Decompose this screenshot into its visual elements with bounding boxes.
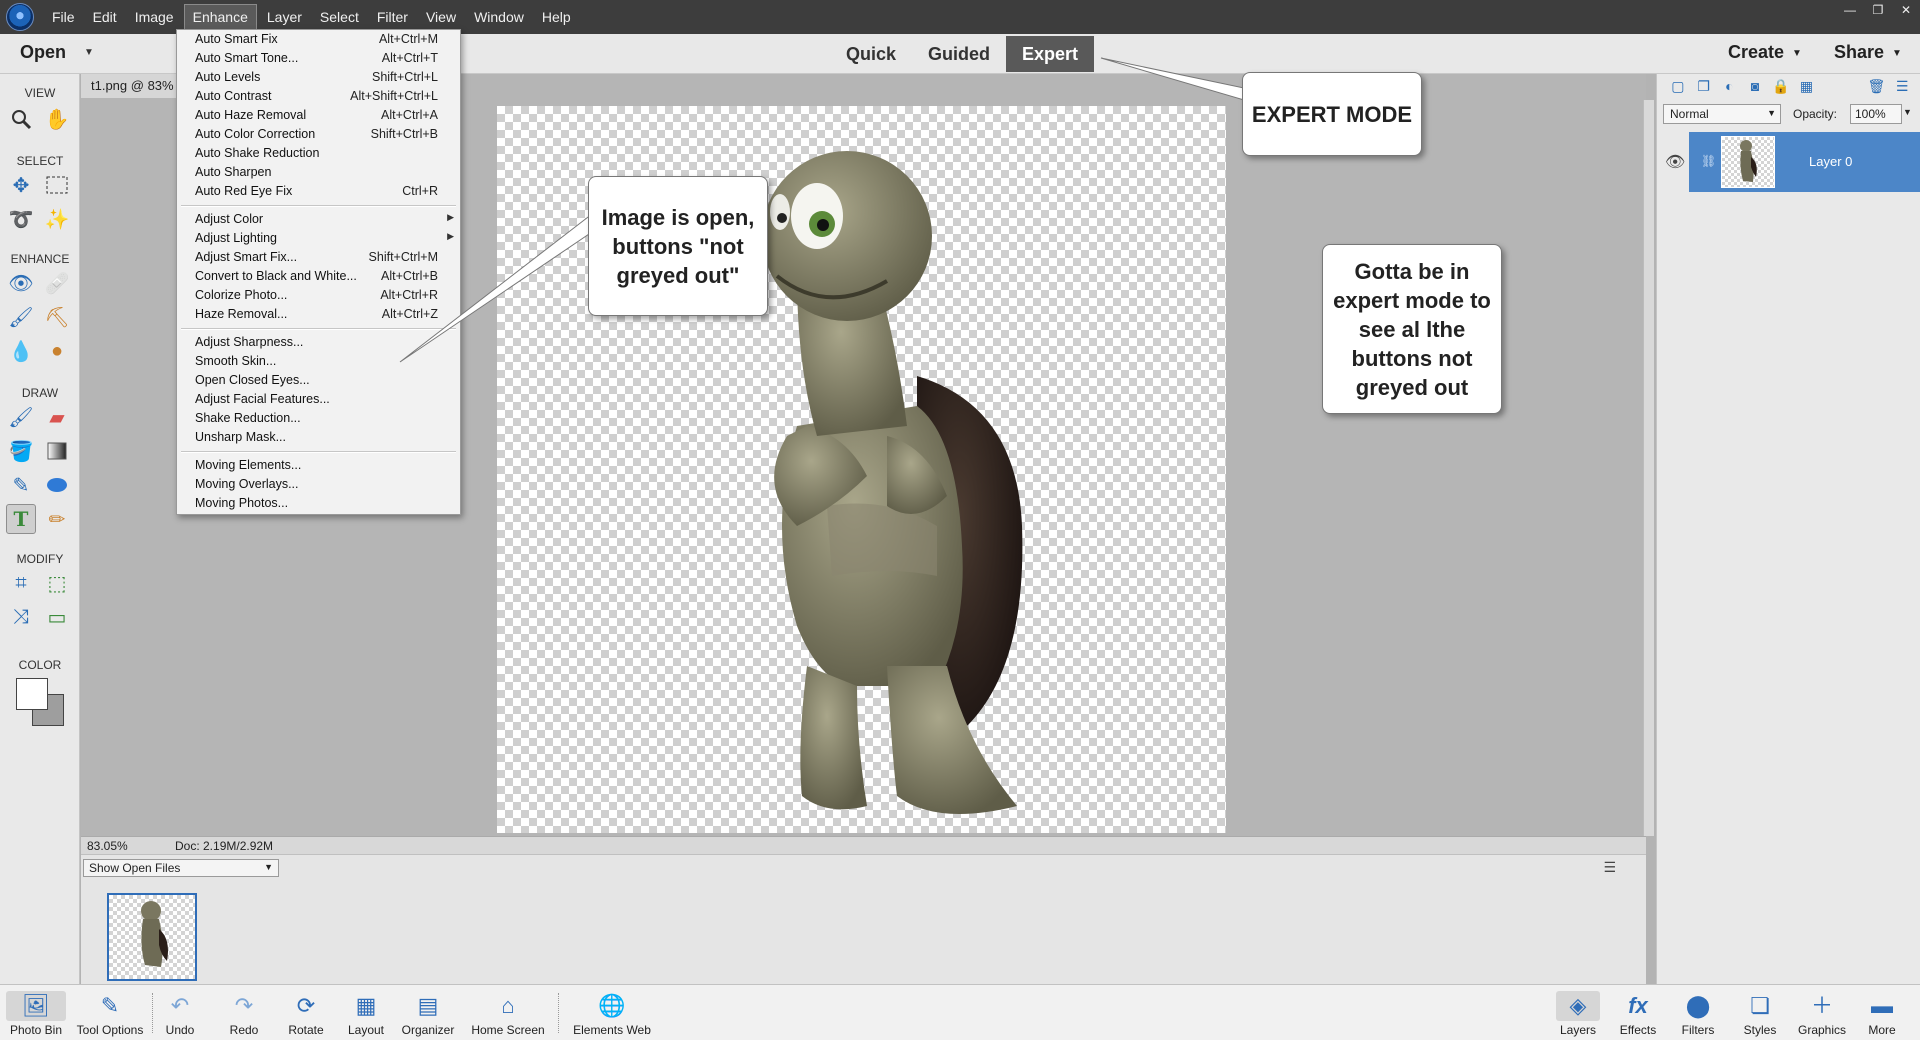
callout-image-open: Image is open, buttons "not greyed out" (588, 176, 768, 316)
expert-callout-pointer (1100, 57, 1245, 101)
callout-expert-mode-note: Gotta be in expert mode to see al lthe b… (1322, 244, 1502, 414)
callout-pointers (399, 57, 1245, 363)
image-callout-pointer (399, 212, 593, 363)
callout-expert-mode: EXPERT MODE (1242, 72, 1422, 156)
